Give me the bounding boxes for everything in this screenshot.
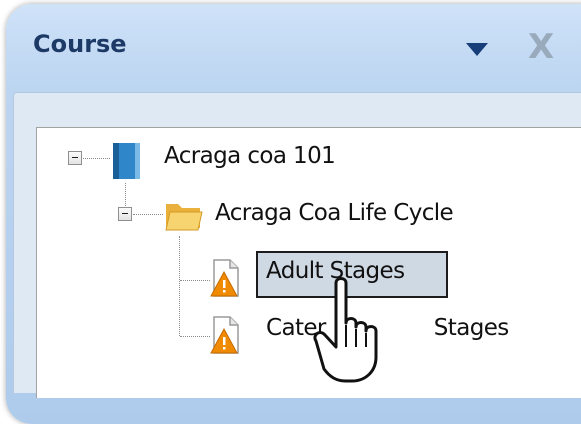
panel-title: Course [33,30,127,58]
tree-connector [180,336,210,337]
book-icon [113,143,140,179]
collapse-toggle-folder[interactable] [118,207,132,221]
chevron-down-icon[interactable] [466,43,488,56]
tree-item-folder[interactable]: Acraga Coa Life Cycle [215,200,454,226]
hand-pointer-icon [313,277,378,383]
tree-item-label-right: Stages [433,315,509,341]
folder-icon [165,204,203,231]
tree-connector [180,280,210,281]
tree-connector [133,214,163,215]
close-icon[interactable]: X [528,27,570,67]
tree-connector [83,158,110,159]
collapse-toggle-root[interactable] [68,151,82,165]
tree-connector [179,236,180,336]
tree-item-root[interactable]: Acraga coa 101 [164,143,336,169]
warning-document-icon [210,259,239,297]
warning-document-icon [210,316,239,354]
